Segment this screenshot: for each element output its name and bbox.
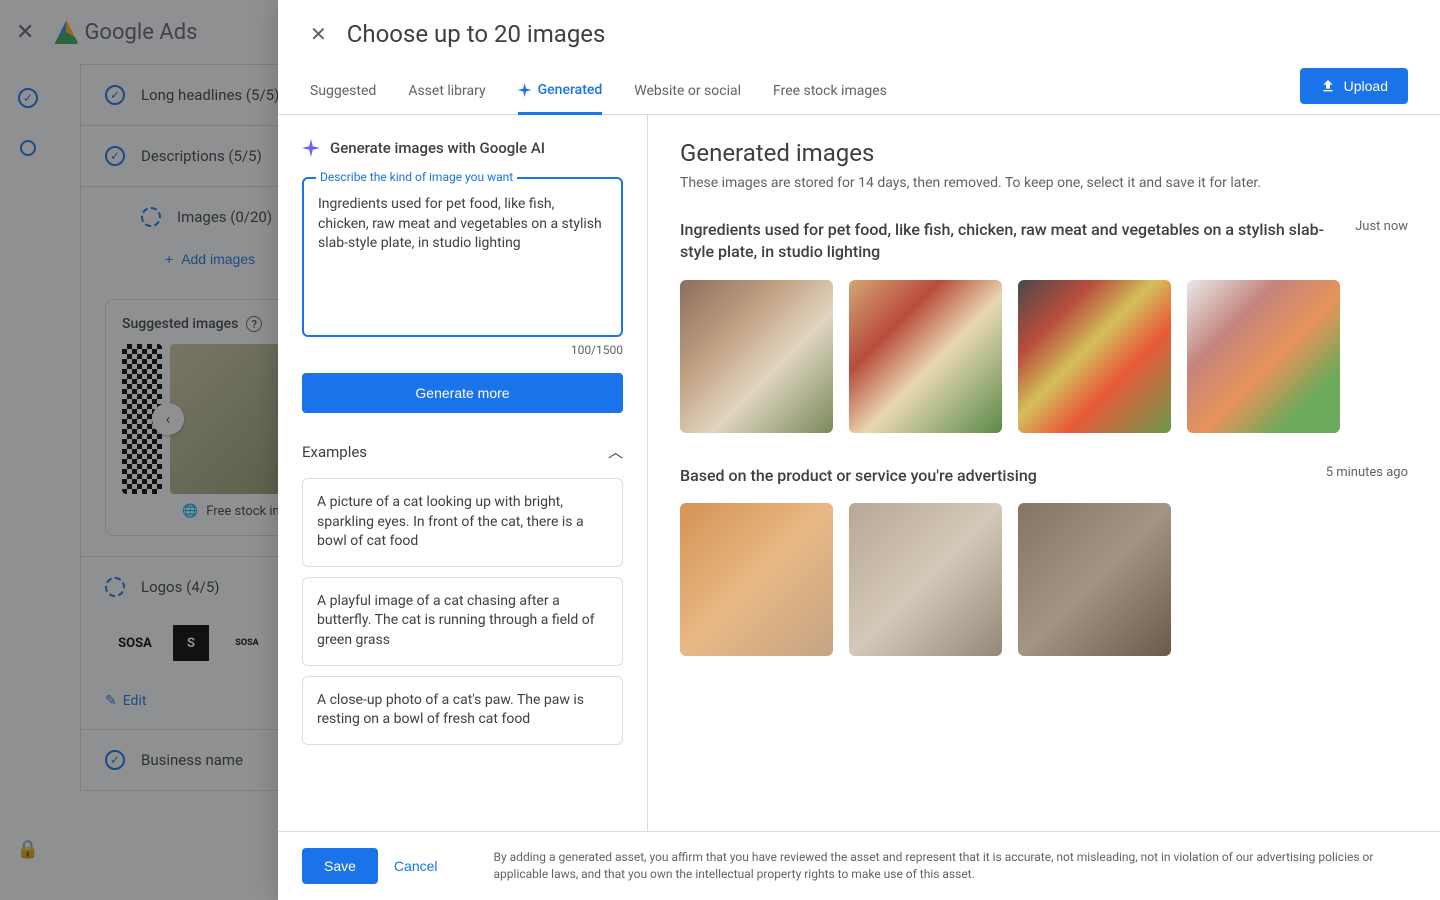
examples-label: Examples xyxy=(302,443,367,461)
group-title: Based on the product or service you're a… xyxy=(680,465,1302,487)
char-count: 100/1500 xyxy=(302,343,623,357)
example-card[interactable]: A close-up photo of a cat's paw. The paw… xyxy=(302,676,623,745)
generate-more-button[interactable]: Generate more xyxy=(302,373,623,413)
modal-title: Choose up to 20 images xyxy=(347,20,606,48)
modal-footer: Save Cancel By adding a generated asset,… xyxy=(278,831,1440,900)
upload-button[interactable]: Upload xyxy=(1300,68,1408,104)
generated-image[interactable] xyxy=(849,280,1002,433)
results-sub: These images are stored for 14 days, the… xyxy=(680,175,1408,191)
image-picker-modal: ✕ Choose up to 20 images Suggested Asset… xyxy=(278,0,1440,900)
results-panel: Generated images These images are stored… xyxy=(648,115,1440,831)
example-card[interactable]: A picture of a cat looking up with brigh… xyxy=(302,478,623,567)
chevron-up-icon: ︿ xyxy=(608,441,623,462)
generated-image[interactable] xyxy=(1187,280,1340,433)
cancel-button[interactable]: Cancel xyxy=(394,858,438,874)
sparkle-icon xyxy=(302,139,320,157)
prompt-field[interactable]: Describe the kind of image you want xyxy=(302,177,623,337)
tab-suggested[interactable]: Suggested xyxy=(310,69,376,113)
group-time: Just now xyxy=(1355,219,1408,234)
tab-label: Generated xyxy=(538,82,603,98)
prompt-textarea[interactable] xyxy=(318,195,607,315)
group-title: Ingredients used for pet food, like fish… xyxy=(680,219,1331,264)
gen-heading: Generate images with Google AI xyxy=(330,139,545,157)
tab-website[interactable]: Website or social xyxy=(634,69,741,113)
prompt-label: Describe the kind of image you want xyxy=(316,170,517,184)
generated-image[interactable] xyxy=(1018,280,1171,433)
tab-generated[interactable]: Generated xyxy=(518,68,603,115)
prompt-panel: Generate images with Google AI Describe … xyxy=(278,115,648,831)
upload-icon xyxy=(1320,78,1336,94)
disclaimer: By adding a generated asset, you affirm … xyxy=(494,849,1416,883)
sparkle-icon xyxy=(518,83,532,97)
generated-image[interactable] xyxy=(680,280,833,433)
group-time: 5 minutes ago xyxy=(1326,465,1408,480)
tabs: Suggested Asset library Generated Websit… xyxy=(278,68,1440,115)
generated-image[interactable] xyxy=(680,503,833,656)
upload-label: Upload xyxy=(1344,78,1388,94)
results-heading: Generated images xyxy=(680,139,1408,167)
save-button[interactable]: Save xyxy=(302,848,378,884)
example-card[interactable]: A playful image of a cat chasing after a… xyxy=(302,577,623,666)
tab-free-stock[interactable]: Free stock images xyxy=(773,69,887,113)
examples-toggle[interactable]: Examples ︿ xyxy=(302,441,623,462)
generated-image[interactable] xyxy=(849,503,1002,656)
tab-asset-library[interactable]: Asset library xyxy=(408,69,485,113)
generated-image[interactable] xyxy=(1018,503,1171,656)
close-icon[interactable]: ✕ xyxy=(310,22,327,46)
